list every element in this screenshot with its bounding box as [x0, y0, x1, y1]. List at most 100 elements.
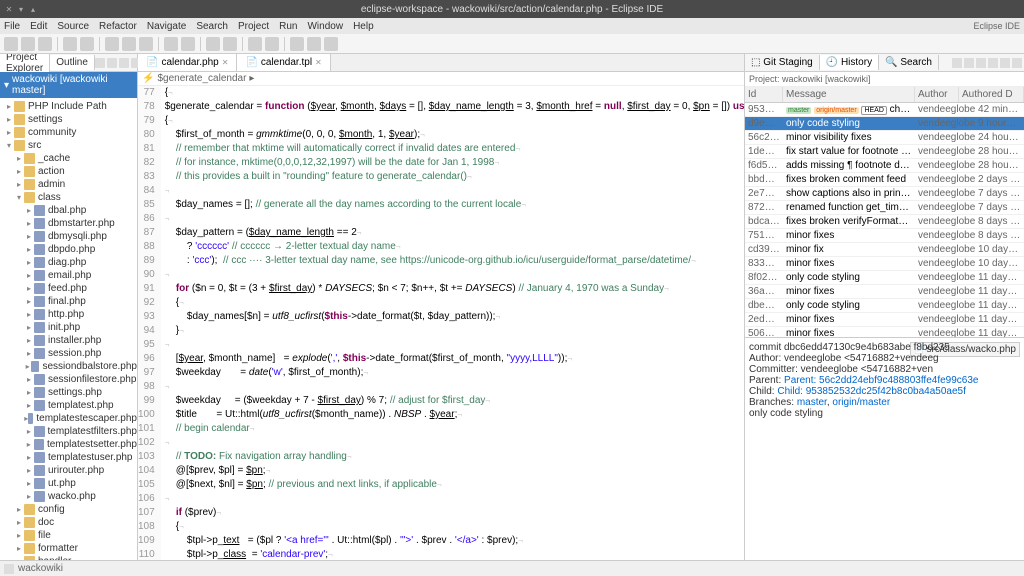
menu-refactor[interactable]: Refactor	[99, 21, 137, 32]
open-task-icon[interactable]	[223, 37, 237, 51]
commit-row[interactable]: 8339315minor fixesvendeeglobe 10 days ag…	[745, 257, 1024, 271]
pin-icon[interactable]	[1000, 58, 1010, 68]
tree-item[interactable]: ▸file	[0, 529, 137, 542]
undo-icon[interactable]	[63, 37, 77, 51]
new-icon[interactable]	[4, 37, 18, 51]
pin-icon[interactable]	[324, 37, 338, 51]
commit-row[interactable]: 2ed0916minor fixesvendeeglobe 11 days ag…	[745, 313, 1024, 327]
tree-item[interactable]: ▸templatestsetter.php	[0, 438, 137, 451]
commit-row[interactable]: 9538525master origin/master HEAD changev…	[745, 103, 1024, 117]
commit-row[interactable]: 50694beminor fixesvendeeglobe 11 days ag…	[745, 327, 1024, 337]
commit-row[interactable]: bbda6cffixes broken comment feedvendeegl…	[745, 173, 1024, 187]
prev-annotation-icon[interactable]	[265, 37, 279, 51]
build-icon[interactable]	[164, 37, 178, 51]
tree-item[interactable]: ▸final.php	[0, 295, 137, 308]
commit-row[interactable]: 1de1514fix start value for footnote auto…	[745, 145, 1024, 159]
commit-row[interactable]: dbe1236only code stylingvendeeglobe 11 d…	[745, 299, 1024, 313]
tree-item[interactable]: ▸_cache	[0, 152, 137, 165]
tree-item[interactable]: ▸settings	[0, 113, 137, 126]
collapse-all-icon[interactable]	[95, 58, 105, 68]
link-editor-icon[interactable]	[107, 58, 117, 68]
tree-item[interactable]: ▸feed.php	[0, 282, 137, 295]
window-close-icon[interactable]: ✕	[4, 4, 14, 14]
commit-row[interactable]: 2e7d040show captions also in print handl…	[745, 187, 1024, 201]
filter-icon[interactable]	[988, 58, 998, 68]
file-tree[interactable]: ▸PHP Include Path▸settings▸community▾src…	[0, 98, 137, 560]
tab-search[interactable]: 🔍 Search	[879, 55, 939, 70]
tree-item[interactable]: ▸http.php	[0, 308, 137, 321]
tree-item[interactable]: ▸ut.php	[0, 477, 137, 490]
search-icon[interactable]	[181, 37, 195, 51]
tree-item[interactable]: ▸init.php	[0, 321, 137, 334]
menu-help[interactable]: Help	[353, 21, 374, 32]
tree-item[interactable]: ▸admin	[0, 178, 137, 191]
refresh-icon[interactable]	[952, 58, 962, 68]
tree-item[interactable]: ▸wacko.php	[0, 490, 137, 503]
tree-item[interactable]: ▸templatestescaper.php	[0, 412, 137, 425]
compare-icon[interactable]	[976, 58, 986, 68]
menu-navigate[interactable]: Navigate	[147, 21, 186, 32]
commit-row[interactable]: 8728d28renamed function get_time_formatt…	[745, 201, 1024, 215]
commit-table[interactable]: Id Message Author Authored D 9538525mast…	[745, 87, 1024, 337]
tree-item[interactable]: ▸doc	[0, 516, 137, 529]
menu-icon[interactable]	[1012, 58, 1022, 68]
menu-search[interactable]: Search	[196, 21, 228, 32]
editor-breadcrumb[interactable]: ⚡$generate_calendar▸	[138, 72, 744, 86]
tree-item[interactable]: ▾class	[0, 191, 137, 204]
tree-item[interactable]: ▸installer.php	[0, 334, 137, 347]
run-icon[interactable]	[122, 37, 136, 51]
open-type-icon[interactable]	[206, 37, 220, 51]
window-max-icon[interactable]: ▴	[28, 4, 38, 14]
tree-item[interactable]: ▸urirouter.php	[0, 464, 137, 477]
run-last-icon[interactable]	[139, 37, 153, 51]
tree-item[interactable]: ▸settings.php	[0, 386, 137, 399]
redo-icon[interactable]	[80, 37, 94, 51]
link-icon[interactable]	[964, 58, 974, 68]
tree-item[interactable]: ▾src	[0, 139, 137, 152]
menu-file[interactable]: File	[4, 21, 20, 32]
commit-row[interactable]: cd39d38minor fixvendeeglobe 10 days ago …	[745, 243, 1024, 257]
project-root[interactable]: ▾wackowiki [wackowiki master]	[0, 72, 137, 98]
commit-row[interactable]: 8f02848only code stylingvendeeglobe 11 d…	[745, 271, 1024, 285]
tab-outline[interactable]: Outline	[50, 55, 95, 70]
tree-item[interactable]: ▸action	[0, 165, 137, 178]
save-icon[interactable]	[21, 37, 35, 51]
tree-item[interactable]: ▸dbpdo.php	[0, 243, 137, 256]
forward-icon[interactable]	[307, 37, 321, 51]
menu-window[interactable]: Window	[307, 21, 343, 32]
tree-item[interactable]: ▸community	[0, 126, 137, 139]
save-all-icon[interactable]	[38, 37, 52, 51]
tree-item[interactable]: ▸dbal.php	[0, 204, 137, 217]
commit-row[interactable]: d9ea68donly code stylingvendeeglobe 9 ho…	[745, 117, 1024, 131]
window-min-icon[interactable]: ▾	[16, 4, 26, 14]
debug-icon[interactable]	[105, 37, 119, 51]
close-icon[interactable]: ✕	[315, 58, 322, 67]
tab-git-staging[interactable]: ⬚ Git Staging	[745, 55, 820, 70]
tree-item[interactable]: ▸session.php	[0, 347, 137, 360]
menu-project[interactable]: Project	[238, 21, 269, 32]
tree-item[interactable]: ▸templatestfilters.php	[0, 425, 137, 438]
tree-item[interactable]: ▸sessiondbalstore.php	[0, 360, 137, 373]
tree-item[interactable]: ▸templatest.php	[0, 399, 137, 412]
commit-row[interactable]: f6d5f92adds missing ¶ footnote denominat…	[745, 159, 1024, 173]
close-icon[interactable]: ✕	[222, 58, 229, 67]
tree-item[interactable]: ▸email.php	[0, 269, 137, 282]
editor-tab-calendar-php[interactable]: 📄calendar.php✕	[138, 54, 237, 71]
menu-edit[interactable]: Edit	[30, 21, 47, 32]
tree-item[interactable]: ▸diag.php	[0, 256, 137, 269]
tree-item[interactable]: ▸sessionfilestore.php	[0, 373, 137, 386]
commit-row[interactable]: bdcabf5fixes broken verifyFormatCompatib…	[745, 215, 1024, 229]
code-editor[interactable]: 7778798081828384858687888990919293949596…	[138, 86, 744, 560]
tree-item[interactable]: ▸dbmysqli.php	[0, 230, 137, 243]
tab-history[interactable]: 🕘 History	[820, 55, 879, 70]
view-menu-icon[interactable]	[119, 58, 129, 68]
next-annotation-icon[interactable]	[248, 37, 262, 51]
commit-row[interactable]: 36a2c4cminor fixesvendeeglobe 11 days ag…	[745, 285, 1024, 299]
menu-run[interactable]: Run	[279, 21, 297, 32]
back-icon[interactable]	[290, 37, 304, 51]
project-icon[interactable]	[4, 564, 14, 574]
tree-item[interactable]: ▸formatter	[0, 542, 137, 555]
commit-row[interactable]: 751a062minor fixesvendeeglobe 8 days ago…	[745, 229, 1024, 243]
commit-row[interactable]: 56c2d02minor visibility fixesvendeeglobe…	[745, 131, 1024, 145]
menu-source[interactable]: Source	[57, 21, 89, 32]
